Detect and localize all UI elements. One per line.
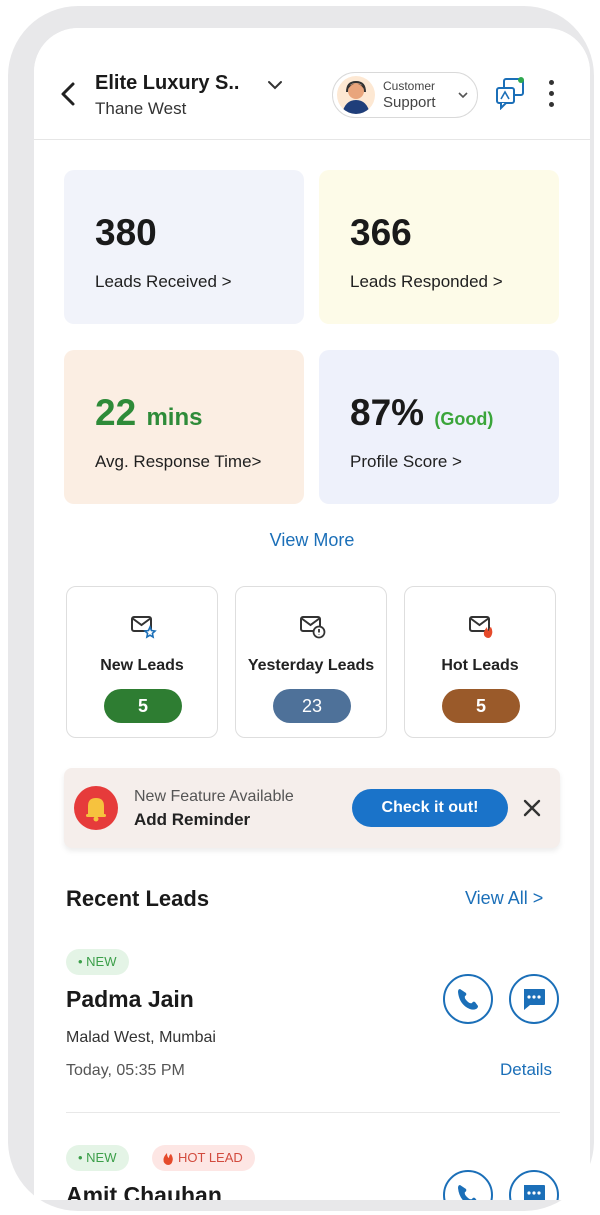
chevron-down-icon[interactable]: [266, 78, 284, 92]
call-button[interactable]: [443, 974, 493, 1024]
profile-score-card[interactable]: 87% (Good) Profile Score >: [319, 350, 559, 504]
lead-location: Malad West, Mumbai: [66, 1029, 216, 1046]
view-more-link[interactable]: View More: [34, 530, 590, 551]
mail-clock-icon: [300, 616, 326, 639]
response-time-value: 22 mins: [95, 392, 202, 434]
feature-subtitle: New Feature Available: [134, 788, 294, 805]
leads-received-card[interactable]: 380 Leads Received >: [64, 170, 304, 324]
response-time-card[interactable]: 22 mins Avg. Response Time>: [64, 350, 304, 504]
chat-bubble-icon: [524, 989, 545, 1010]
business-location: Thane West: [95, 99, 187, 118]
hot-leads-count: 5: [442, 689, 520, 723]
leads-responded-card[interactable]: 366 Leads Responded >: [319, 170, 559, 324]
view-all-link[interactable]: View All >: [465, 888, 543, 909]
divider: [66, 1112, 560, 1113]
new-leads-label: New Leads: [100, 657, 184, 674]
profile-score-value: 87% (Good): [350, 392, 493, 434]
phone-icon: [458, 989, 478, 1010]
fire-icon: [163, 1153, 173, 1165]
leads-received-label: Leads Received >: [95, 272, 232, 291]
chat-bubble-icon: [524, 1185, 545, 1200]
message-button[interactable]: [509, 1170, 559, 1200]
support-agent-avatar: [337, 76, 375, 114]
yesterday-leads-count: 23: [273, 689, 351, 723]
mail-fire-icon: [469, 616, 493, 638]
translate-chat-icon[interactable]: [494, 76, 526, 110]
business-name[interactable]: Elite Luxury S..: [95, 72, 239, 95]
profile-score-number: 87%: [350, 392, 425, 433]
mail-star-icon: [131, 616, 157, 639]
response-time-label: Avg. Response Time>: [95, 452, 262, 471]
profile-score-label: Profile Score >: [350, 452, 462, 471]
response-time-number: 22: [95, 392, 137, 433]
support-label-top: Customer: [383, 79, 436, 93]
new-tag: • NEW: [66, 949, 129, 975]
hot-leads-tile[interactable]: Hot Leads 5: [404, 586, 556, 738]
app-screen: Elite Luxury S.. Thane West Customer Sup…: [34, 28, 590, 1200]
leads-responded-label: Leads Responded >: [350, 272, 503, 291]
lead-name[interactable]: Amit Chauhan: [66, 1182, 222, 1200]
close-icon[interactable]: [522, 798, 542, 818]
feature-title: Add Reminder: [134, 810, 251, 829]
hot-lead-tag: HOT LEAD: [152, 1145, 255, 1171]
back-arrow-icon[interactable]: [56, 78, 80, 110]
chevron-down-icon: [458, 92, 468, 99]
customer-support-button[interactable]: Customer Support: [332, 72, 478, 118]
leads-responded-value: 366: [350, 212, 412, 253]
leads-received-value: 380: [95, 212, 157, 253]
new-leads-count: 5: [104, 689, 182, 723]
new-tag: • NEW: [66, 1145, 129, 1171]
yesterday-leads-label: Yesterday Leads: [247, 657, 375, 674]
recent-leads-title: Recent Leads: [66, 886, 210, 911]
hot-leads-label: Hot Leads: [441, 657, 519, 674]
message-button[interactable]: [509, 974, 559, 1024]
yesterday-leads-tile[interactable]: Yesterday Leads 23: [235, 586, 387, 738]
feature-banner: New Feature Available Add Reminder Check…: [64, 768, 560, 848]
top-bar: Elite Luxury S.. Thane West Customer Sup…: [34, 28, 590, 140]
profile-score-rating: (Good): [434, 409, 494, 429]
lead-time: Today, 05:35 PM: [66, 1062, 185, 1079]
support-label-bottom: Support: [383, 94, 436, 111]
new-leads-tile[interactable]: New Leads 5: [66, 586, 218, 738]
lead-name[interactable]: Padma Jain: [66, 986, 194, 1013]
hot-lead-label: HOT LEAD: [178, 1150, 243, 1165]
phone-icon: [458, 1185, 477, 1200]
response-time-unit: mins: [146, 404, 203, 431]
details-link[interactable]: Details: [500, 1060, 552, 1080]
bell-icon: [74, 786, 118, 830]
call-button[interactable]: [443, 1170, 493, 1200]
more-options-icon[interactable]: [546, 80, 556, 110]
check-it-out-button[interactable]: Check it out!: [352, 789, 508, 827]
